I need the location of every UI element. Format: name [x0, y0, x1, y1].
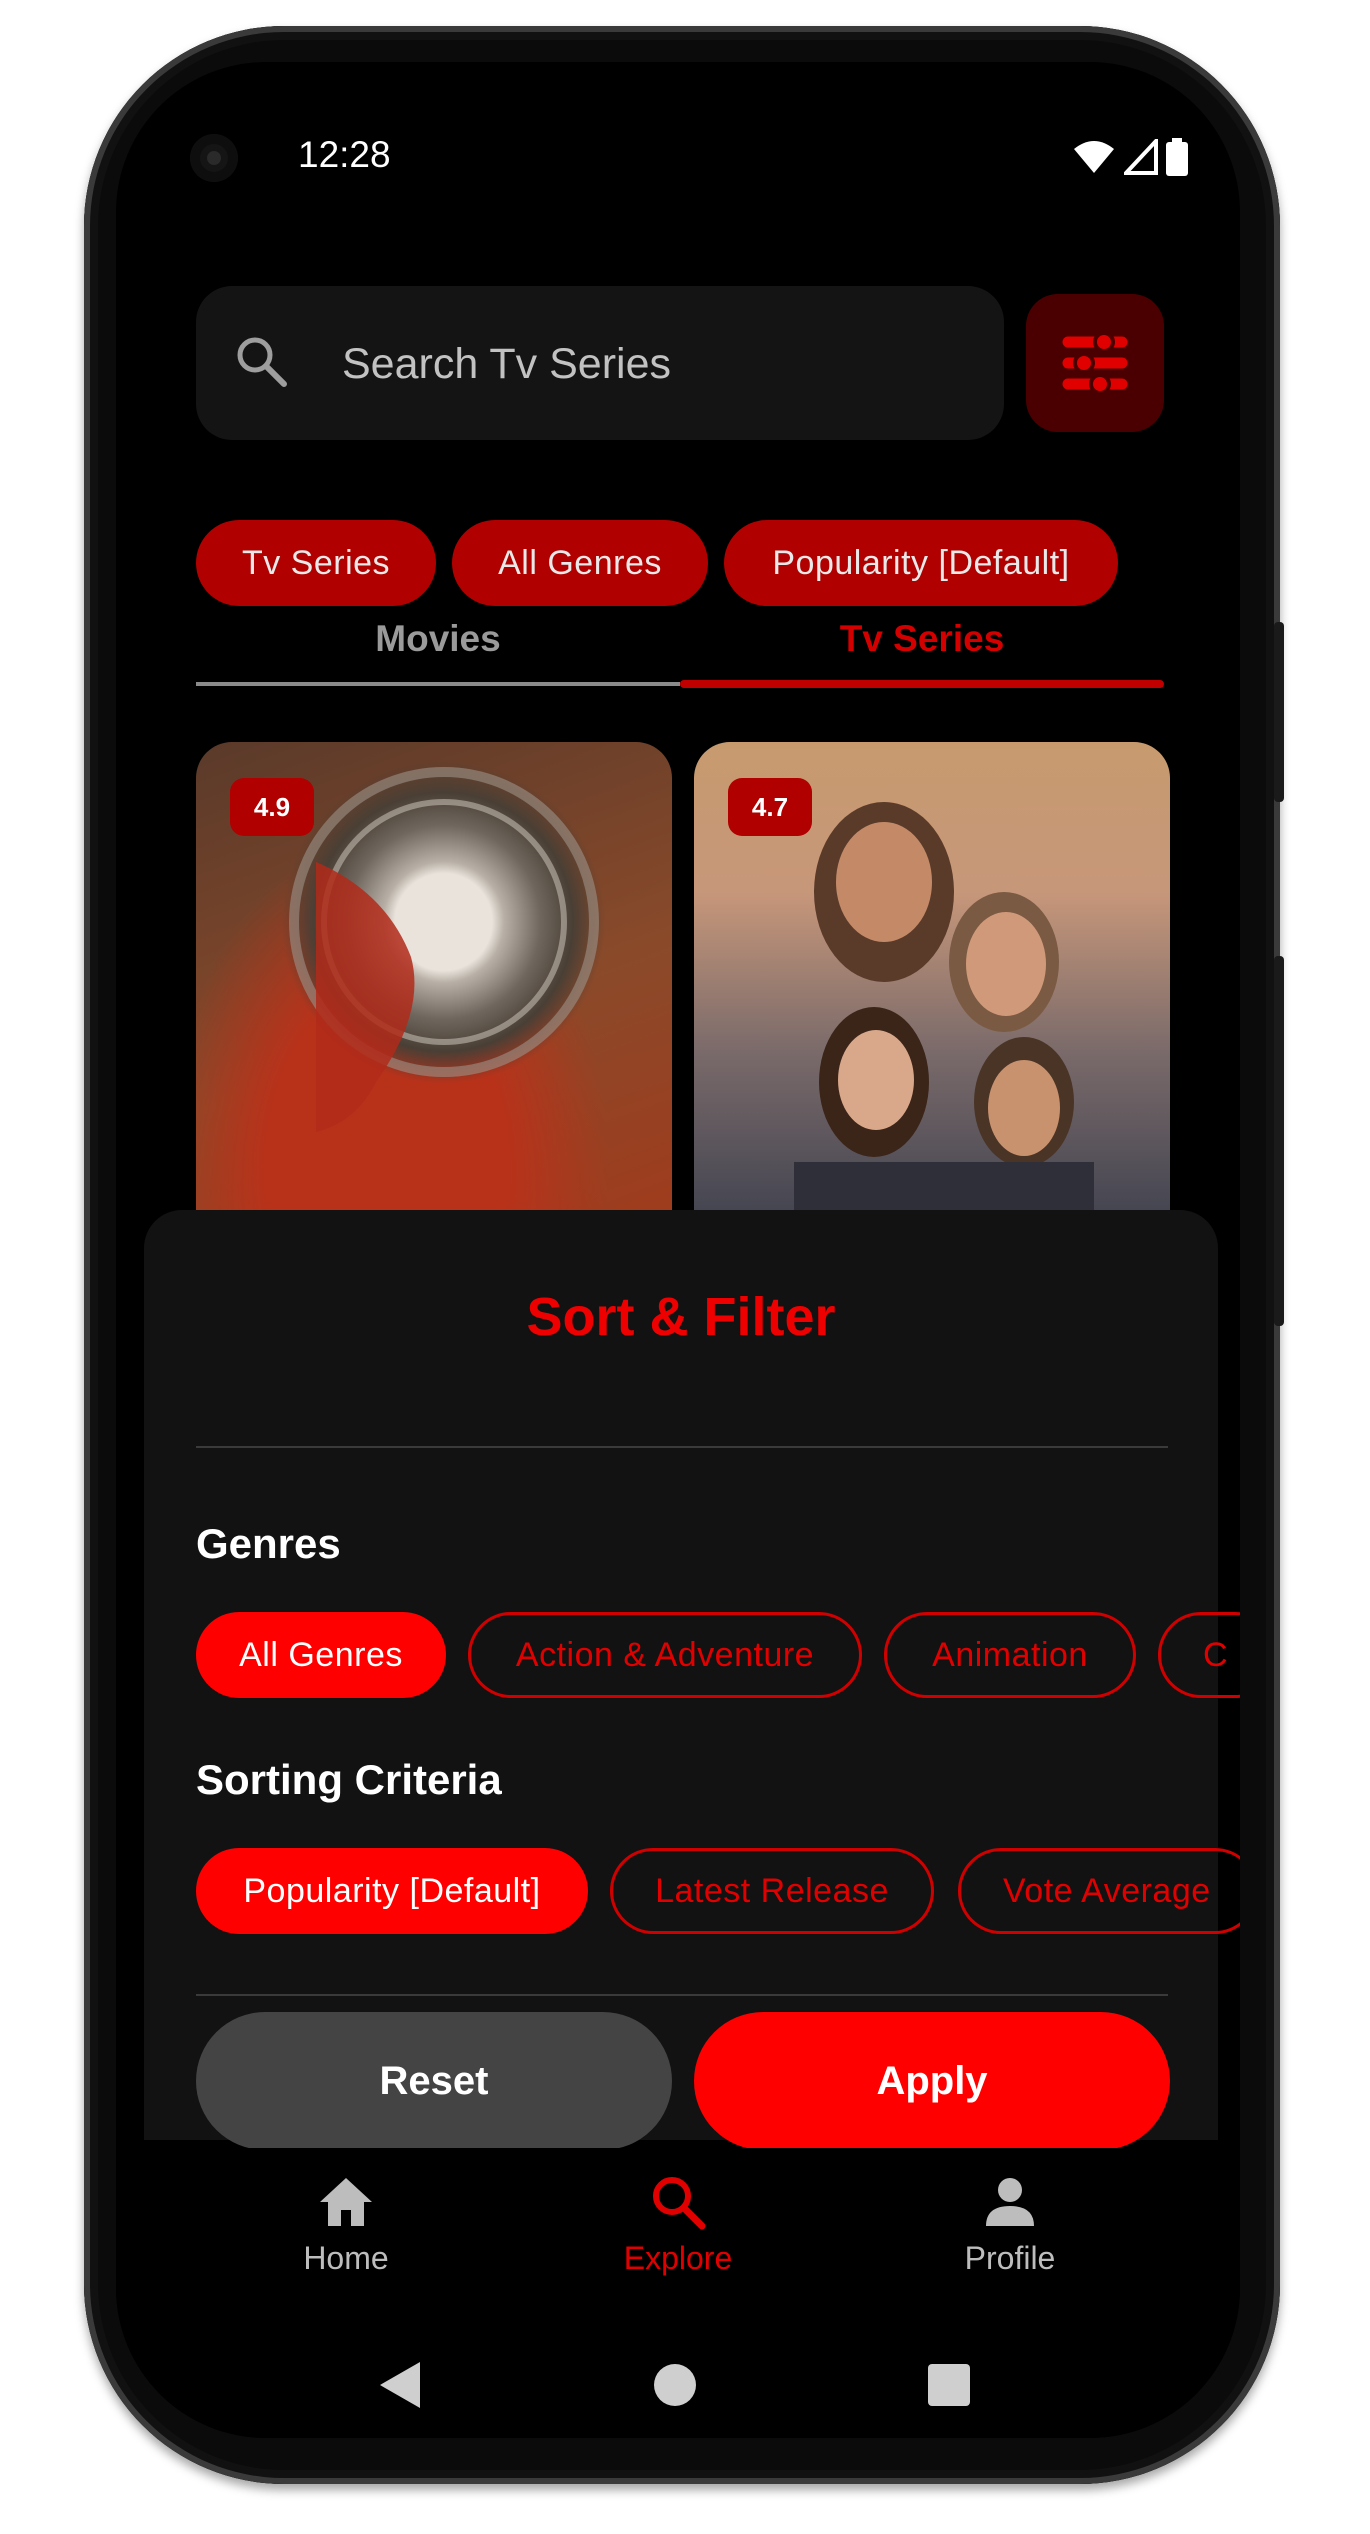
person-icon [986, 2178, 1034, 2226]
genre-chip-animation[interactable]: Animation [884, 1612, 1136, 1698]
back-icon[interactable] [376, 2360, 422, 2410]
sheet-title: Sort & Filter [526, 1287, 836, 1347]
rating-badge: 4.9 [230, 778, 314, 836]
sort-chip-vote-average-label: Vote Average [1003, 1871, 1211, 1910]
recents-icon[interactable] [928, 2364, 970, 2406]
bottom-navigation: Home Explore Profile [116, 2148, 1240, 2338]
front-camera [190, 134, 238, 182]
nav-explore-label: Explore [623, 2240, 733, 2276]
tab-movies[interactable]: Movies [196, 618, 680, 660]
status-icons [1072, 138, 1188, 176]
signal-icon [1124, 139, 1158, 175]
divider [196, 1446, 1168, 1448]
sort-filter-sheet: Sort & Filter Genres All Genres Action &… [144, 1210, 1240, 2140]
screen: 12:28 Search Tv Series Tv Series All Gen… [116, 62, 1240, 2438]
filter-chip-sort[interactable]: Popularity [Default] [724, 520, 1118, 606]
search-bar[interactable] [196, 286, 1004, 440]
filter-chip-type[interactable]: Tv Series [196, 520, 436, 606]
filter-button[interactable] [1026, 294, 1164, 432]
filter-chip-genre[interactable]: All Genres [452, 520, 708, 606]
sorting-title: Sorting Criteria [196, 1756, 502, 1803]
genre-chip-partial[interactable]: C [1158, 1612, 1240, 1698]
apply-button[interactable]: Apply [694, 2012, 1170, 2150]
genres-title: Genres [196, 1520, 341, 1567]
nav-home[interactable]: Home [236, 2172, 456, 2277]
divider [196, 1994, 1168, 1996]
rating-badge: 4.7 [728, 778, 812, 836]
series-card[interactable]: 4.7 [694, 742, 1170, 1242]
search-icon [653, 2177, 706, 2230]
sliders-icon [1062, 331, 1128, 395]
tab-tv-series[interactable]: Tv Series [680, 618, 1164, 660]
sort-chip-popularity[interactable]: Popularity [Default] [196, 1848, 588, 1934]
sort-chip-latest-release[interactable]: Latest Release [610, 1848, 934, 1934]
home-icon [320, 2178, 372, 2226]
tab-indicator [680, 680, 1164, 688]
series-card[interactable]: 4.9 [196, 742, 672, 1242]
sort-chip-vote-average[interactable]: Vote Average [958, 1848, 1240, 1934]
system-navigation [116, 2338, 1240, 2438]
volume-button [1274, 956, 1284, 1326]
nav-explore[interactable]: Explore [568, 2172, 788, 2277]
nav-profile-label: Profile [964, 2240, 1056, 2276]
genre-chip-all[interactable]: All Genres [196, 1612, 446, 1698]
search-input[interactable] [340, 326, 964, 402]
nav-home-label: Home [303, 2240, 389, 2276]
wifi-icon [1074, 141, 1114, 173]
genre-chip-action-adventure[interactable]: Action & Adventure [468, 1612, 862, 1698]
search-icon [237, 337, 287, 387]
nav-profile[interactable]: Profile [900, 2172, 1120, 2277]
battery-icon [1166, 138, 1188, 176]
home-circle-icon[interactable] [652, 2362, 698, 2408]
reset-button[interactable]: Reset [196, 2012, 672, 2150]
tab-track [196, 682, 680, 686]
power-button [1274, 622, 1284, 802]
status-time: 12:28 [298, 134, 391, 175]
genre-chip-partial-label: C [1203, 1635, 1229, 1674]
